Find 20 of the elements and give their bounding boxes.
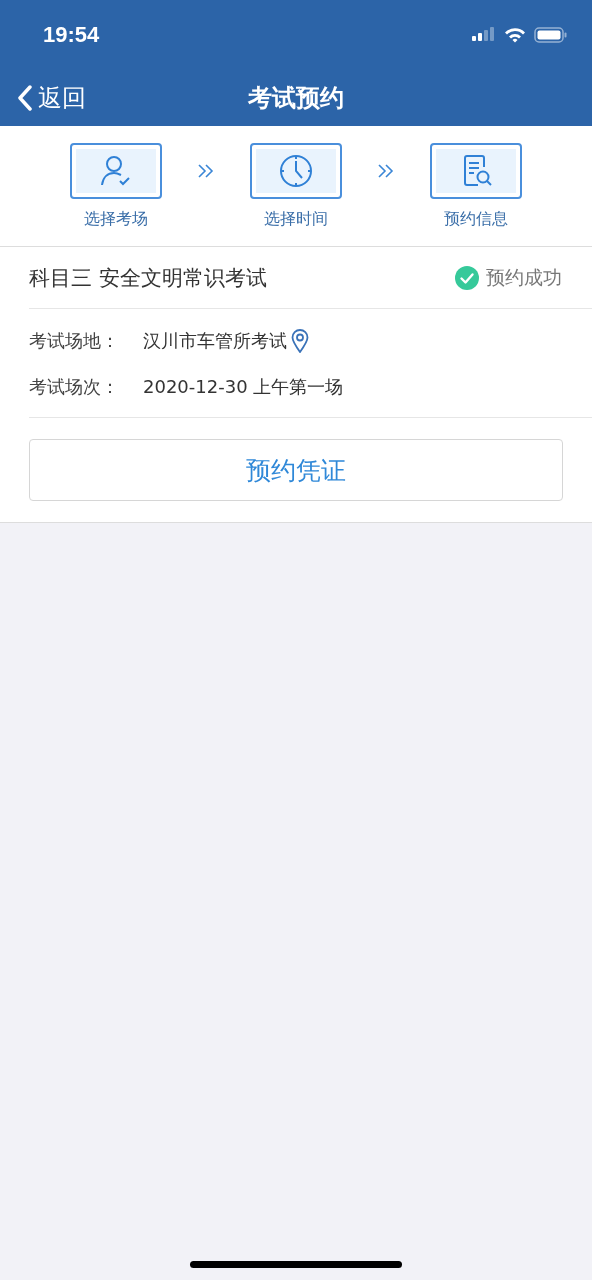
status-time: 19:54	[43, 22, 100, 48]
check-circle-icon	[455, 265, 479, 290]
step-label: 选择考场	[84, 209, 148, 230]
field-label: 考试场次：	[29, 375, 120, 399]
exam-title: 科目三 安全文明常识考试	[29, 264, 267, 292]
field-label: 考试场地：	[29, 329, 120, 353]
step-label: 选择时间	[264, 209, 328, 230]
battery-icon	[534, 27, 568, 43]
status-text: 预约成功	[486, 264, 562, 290]
field-value: 汉川市车管所考试	[143, 329, 287, 353]
back-button[interactable]: 返回	[16, 80, 88, 116]
location-pin-icon	[291, 329, 309, 353]
chevron-left-icon	[18, 85, 32, 111]
field-value: 2020-12-30 上午第一场	[143, 375, 344, 399]
signal-icon	[472, 27, 496, 43]
page-title: 考试预约	[248, 83, 344, 114]
step-label: 预约信息	[444, 209, 508, 230]
voucher-button[interactable]: 预约凭证	[29, 439, 563, 501]
clock-icon	[278, 153, 314, 189]
wifi-icon	[504, 27, 526, 43]
